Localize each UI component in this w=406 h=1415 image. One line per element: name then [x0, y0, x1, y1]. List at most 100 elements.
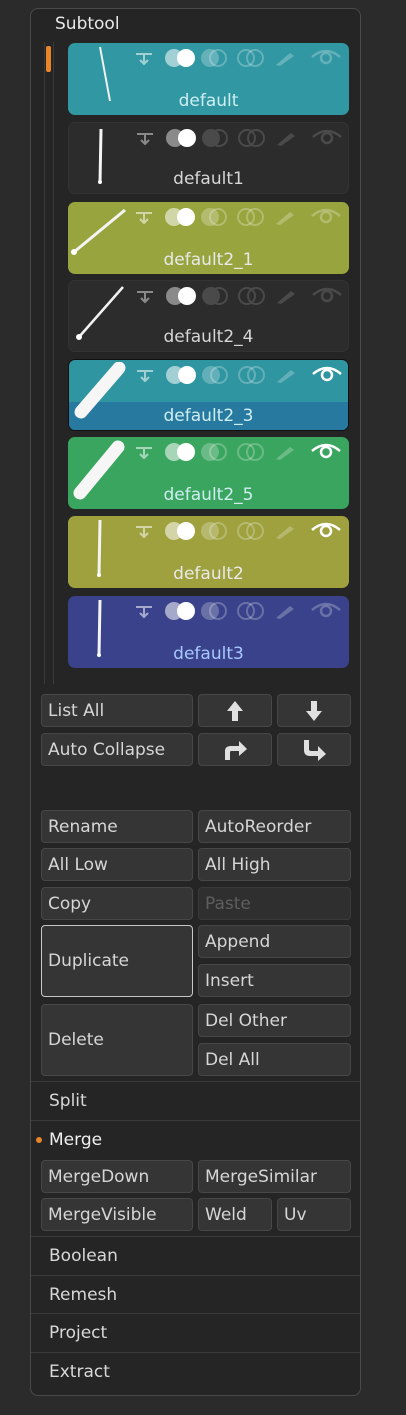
- all-low-button[interactable]: All Low: [41, 848, 193, 881]
- visibility-eye-icon[interactable]: [310, 47, 342, 67]
- move-down-button[interactable]: [277, 694, 351, 727]
- boolean-toggle-icon[interactable]: [237, 128, 267, 148]
- boolean-toggle-icon[interactable]: [236, 442, 266, 462]
- subtool-item[interactable]: default2_3: [68, 359, 349, 431]
- move-down-right-button[interactable]: [277, 733, 351, 766]
- boolean-toggle-icon[interactable]: [236, 207, 266, 227]
- subtool-scrollbar-thumb[interactable]: [46, 46, 51, 72]
- merge-similar-button[interactable]: MergeSimilar: [198, 1160, 351, 1193]
- arrow-turn-right-icon: [225, 740, 247, 760]
- polyframe-toggle-icon[interactable]: [164, 521, 198, 541]
- remesh-section[interactable]: Remesh: [31, 1275, 360, 1313]
- visibility-eye-icon[interactable]: [310, 600, 342, 620]
- brush-lock-icon[interactable]: [274, 49, 298, 67]
- solo-toggle-icon[interactable]: [200, 207, 230, 227]
- subtool-item[interactable]: default1: [68, 122, 349, 194]
- polyframe-toggle-icon[interactable]: [165, 286, 199, 306]
- subtool-icon-bar: [134, 441, 348, 463]
- merge-down-button[interactable]: MergeDown: [41, 1160, 193, 1193]
- weld-button[interactable]: Weld: [198, 1198, 272, 1231]
- del-all-button[interactable]: Del All: [198, 1043, 351, 1076]
- uv-button[interactable]: Uv: [277, 1198, 351, 1231]
- brush-lock-icon[interactable]: [274, 522, 298, 540]
- subtool-item[interactable]: default: [68, 43, 349, 115]
- move-right-button[interactable]: [198, 733, 272, 766]
- insert-button[interactable]: Insert: [198, 964, 351, 997]
- split-label: Split: [49, 1090, 87, 1111]
- solo-toggle-icon[interactable]: [201, 365, 231, 385]
- polyframe-toggle-icon[interactable]: [165, 365, 199, 385]
- list-all-button[interactable]: List All: [41, 694, 193, 727]
- polyframe-toggle-icon[interactable]: [164, 601, 198, 621]
- auto-reorder-button[interactable]: AutoReorder: [198, 810, 351, 843]
- auto-collapse-button[interactable]: Auto Collapse: [41, 733, 193, 766]
- solo-toggle-icon[interactable]: [201, 286, 231, 306]
- subtool-item[interactable]: default2: [68, 516, 349, 588]
- extract-section[interactable]: Extract: [31, 1352, 360, 1390]
- polyframe-toggle-icon[interactable]: [164, 207, 198, 227]
- duplicate-button[interactable]: Duplicate: [41, 925, 193, 997]
- subtool-arrow-icon[interactable]: [135, 130, 157, 146]
- delete-button[interactable]: Delete: [41, 1004, 193, 1076]
- brush-lock-icon[interactable]: [274, 208, 298, 226]
- boolean-toggle-icon[interactable]: [236, 521, 266, 541]
- brush-lock-icon[interactable]: [275, 366, 299, 384]
- polyframe-toggle-icon[interactable]: [164, 48, 198, 68]
- subtool-icon-bar: [134, 47, 348, 69]
- boolean-toggle-icon[interactable]: [236, 601, 266, 621]
- solo-toggle-icon[interactable]: [200, 601, 230, 621]
- visibility-eye-icon[interactable]: [310, 206, 342, 226]
- brush-lock-icon[interactable]: [275, 287, 299, 305]
- solo-toggle-icon[interactable]: [200, 442, 230, 462]
- project-section[interactable]: Project: [31, 1313, 360, 1351]
- visibility-eye-icon[interactable]: [310, 520, 342, 540]
- copy-button[interactable]: Copy: [41, 887, 193, 920]
- subtool-arrow-icon[interactable]: [134, 444, 156, 460]
- boolean-label: Boolean: [49, 1245, 118, 1266]
- subtool-item[interactable]: default2_4: [68, 280, 349, 352]
- subtool-item[interactable]: default2_5: [68, 437, 349, 509]
- merge-section[interactable]: Merge: [31, 1120, 360, 1158]
- brush-lock-icon[interactable]: [274, 602, 298, 620]
- visibility-eye-icon[interactable]: [311, 364, 343, 384]
- subtool-scrollbar-track[interactable]: [44, 42, 54, 684]
- boolean-section[interactable]: Boolean: [31, 1236, 360, 1274]
- move-up-button[interactable]: [198, 694, 272, 727]
- rename-button[interactable]: Rename: [41, 810, 193, 843]
- visibility-eye-icon[interactable]: [311, 127, 343, 147]
- polyframe-toggle-icon[interactable]: [164, 442, 198, 462]
- subtool-name: default2: [173, 564, 244, 584]
- boolean-toggle-icon[interactable]: [237, 286, 267, 306]
- subtool-name: default2_5: [163, 485, 254, 505]
- subtool-arrow-icon[interactable]: [134, 209, 156, 225]
- panel-title[interactable]: Subtool: [55, 14, 120, 34]
- subtool-arrow-icon[interactable]: [134, 603, 156, 619]
- brush-lock-icon[interactable]: [274, 443, 298, 461]
- subtool-icon-bar: [134, 520, 348, 542]
- brush-lock-icon[interactable]: [275, 129, 299, 147]
- subtool-arrow-icon[interactable]: [135, 288, 157, 304]
- split-section[interactable]: Split: [31, 1081, 360, 1119]
- boolean-toggle-icon[interactable]: [237, 365, 267, 385]
- append-button[interactable]: Append: [198, 925, 351, 958]
- polyframe-toggle-icon[interactable]: [165, 128, 199, 148]
- all-high-button[interactable]: All High: [198, 848, 351, 881]
- subtool-arrow-icon[interactable]: [135, 367, 157, 383]
- subtool-item[interactable]: default2_1: [68, 202, 349, 274]
- subtool-icon-bar: [134, 600, 348, 622]
- subtool-icon-bar: [135, 127, 348, 149]
- visibility-eye-icon[interactable]: [310, 441, 342, 461]
- solo-toggle-icon[interactable]: [200, 48, 230, 68]
- visibility-eye-icon[interactable]: [311, 285, 343, 305]
- del-other-button[interactable]: Del Other: [198, 1004, 351, 1037]
- merge-label: Merge: [49, 1129, 103, 1150]
- subtool-arrow-icon[interactable]: [134, 50, 156, 66]
- subtool-name: default2_3: [163, 406, 254, 426]
- subtool-arrow-icon[interactable]: [134, 523, 156, 539]
- subtool-item[interactable]: default3: [68, 596, 349, 668]
- boolean-toggle-icon[interactable]: [236, 48, 266, 68]
- solo-toggle-icon[interactable]: [201, 128, 231, 148]
- solo-toggle-icon[interactable]: [200, 521, 230, 541]
- remesh-label: Remesh: [49, 1284, 118, 1305]
- merge-visible-button[interactable]: MergeVisible: [41, 1198, 193, 1231]
